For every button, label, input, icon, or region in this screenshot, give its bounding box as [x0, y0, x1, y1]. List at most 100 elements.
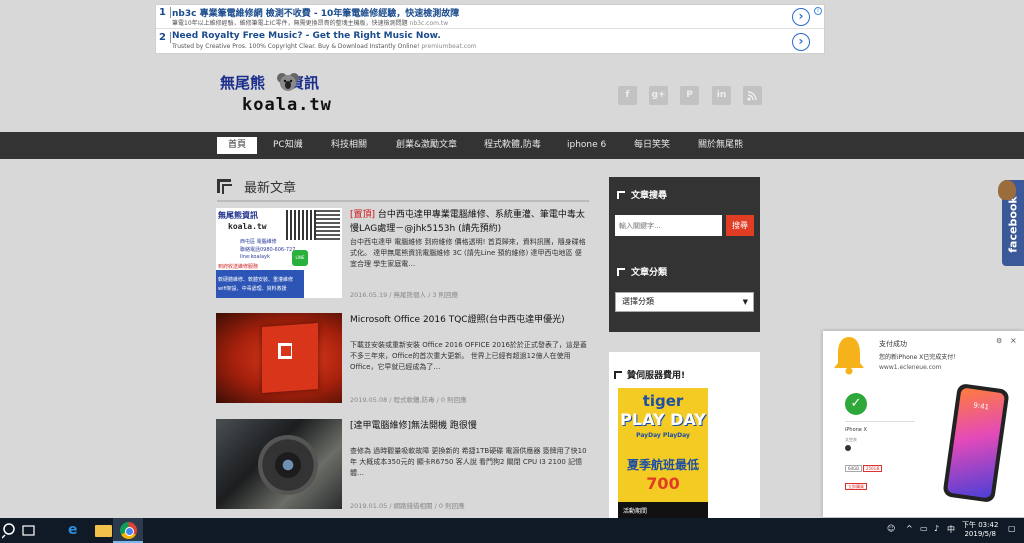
logo-text-bottom: koala.tw — [242, 95, 332, 115]
post-thumbnail[interactable]: 無尾熊資訊 koala.tw 西屯區 電腦維修 聯絡電話0980-606-727… — [216, 208, 342, 298]
color-swatch — [845, 445, 851, 451]
office-logo-icon — [278, 343, 292, 359]
buy-button: 立即購買 — [845, 483, 867, 490]
notification-title: 支付成功 — [879, 340, 907, 348]
nav-home[interactable]: 首頁 — [217, 137, 258, 154]
post-title[interactable]: [達甲電腦維修]無法開機 跑很慢 — [350, 419, 590, 433]
phone-time: 9:41 — [972, 401, 990, 412]
color-label: 太空灰 — [845, 437, 857, 442]
facebook-icon[interactable]: f — [618, 86, 637, 105]
post-title[interactable]: Microsoft Office 2016 TQC證照(台中西屯達甲優光) — [350, 313, 590, 327]
thumb-line: line:koalayk — [240, 254, 270, 260]
thumb-line: 聯絡電話0980-606-727 — [240, 247, 296, 253]
bear-sticker-icon — [998, 180, 1016, 200]
post-excerpt: 下載並安裝或重新安裝 Office 2016 OFFICE 2016於於正式發表… — [350, 341, 587, 371]
file-explorer-icon[interactable] — [95, 525, 112, 537]
payment-notification[interactable]: 支付成功 您的新iPhone X已完成支付！ www1.ecleneue.com… — [823, 331, 1024, 517]
corner-icon — [217, 179, 231, 193]
search-input[interactable] — [615, 215, 722, 236]
corner-icon — [614, 371, 622, 379]
corner-icon — [617, 268, 625, 276]
up-arrow-icon[interactable]: ^ — [906, 524, 913, 533]
post-thumbnail[interactable] — [216, 419, 342, 509]
ad-description: 筆電10年以上維修經驗，維修筆電上IC零件，無需更換昂貴的整塊主機板，快速檢測問… — [172, 20, 449, 27]
post-title[interactable]: [置頂] 台中西屯達甲專業電腦維修、系統重灌、筆電中毒太慢LAG處理－@jhk5… — [350, 208, 590, 236]
search-icon[interactable] — [2, 522, 19, 539]
site-logo[interactable]: 無尾熊 資訊 koala.tw — [220, 72, 345, 118]
post-excerpt: 台中西屯達甲 電腦維修 到府維修 價格透明! 首頁歸來，資料訊團，隨身碟格式化。… — [350, 238, 586, 268]
post-thumbnail[interactable] — [216, 313, 342, 403]
thumb-logo: 無尾熊資訊 — [218, 210, 258, 220]
section-title: 最新文章 — [244, 181, 297, 196]
post-meta: 2016.05.19 / 無尾熊個人 / 3 則回應 — [350, 291, 459, 299]
people-icon[interactable]: ☺ — [887, 524, 895, 533]
post-item: [達甲電腦維修]無法開機 跑很慢 查修為 過時觀量吸軟故障 更換新的 希捷1TB… — [216, 419, 596, 517]
pinterest-icon[interactable]: P — [680, 86, 699, 105]
storage-option: 256GB — [863, 465, 883, 472]
sponsor-widget-title: 贊伺服器費用! — [614, 368, 685, 381]
line-app-icon: LINE — [292, 250, 308, 266]
notification-message: 您的新iPhone X已完成支付！ — [879, 354, 960, 361]
google-plus-icon[interactable]: g+ — [649, 86, 668, 105]
category-select[interactable]: 選擇分類 ▼ — [615, 292, 754, 312]
divider — [845, 421, 915, 422]
ad-number: 2 — [159, 32, 171, 43]
thumb-line: 西屯區 電腦維修 — [240, 239, 277, 245]
ime-indicator[interactable]: 中 — [947, 524, 955, 535]
edge-icon[interactable]: e — [68, 522, 85, 539]
ad-title[interactable]: Need Royalty Free Music? - Get the Right… — [172, 31, 441, 41]
clock[interactable]: 下午 03:42 2019/5/8 — [962, 521, 998, 539]
qr-code-icon — [286, 210, 316, 240]
task-view-icon[interactable] — [20, 522, 37, 539]
linkedin-icon[interactable]: in — [712, 86, 731, 105]
tiger-price: 700 — [646, 474, 680, 493]
ad-arrow-icon[interactable]: › — [792, 8, 810, 26]
thumb-bottom-line: 軟硬體維修、軟體安裝、重灌維修 — [218, 277, 294, 283]
post-meta: 2019.05.08 / 程式軟體,防毒 / 0 則回應 — [350, 396, 467, 404]
thumb-blue-band: 軟硬體維修、軟體安裝、重灌維修 wifi架設、中毒處理、資料救援 — [216, 270, 304, 298]
ad-item[interactable]: 2 Need Royalty Free Music? - Get the Rig… — [156, 30, 824, 54]
ad-banner: 1 nb3c 專業筆電維修網 檢測不收費 - 10年筆電維修經驗，快速檢測故障 … — [155, 4, 825, 54]
product-name: iPhone X — [845, 427, 867, 433]
rss-icon[interactable] — [743, 86, 762, 105]
ad-description: Trusted by Creative Pros. 100% Copyright… — [172, 43, 477, 50]
thumb-bottom-line: wifi架設、中毒處理、資料救援 — [218, 286, 287, 292]
facebook-tab-label: facebook — [1006, 196, 1020, 253]
post-meta: 2019.01.05 / 網路錢借相關 / 0 則回應 — [350, 502, 465, 510]
koala-icon — [277, 73, 299, 91]
gear-icon[interactable]: ⚙ — [996, 337, 1002, 345]
thumb-red-line: 到府收送維修服務 — [218, 264, 259, 270]
tiger-sale: 夏季航班最低 — [626, 458, 699, 472]
nav-iphone[interactable]: iphone 6 — [567, 137, 606, 154]
category-widget-title: 文章分類 — [617, 265, 667, 278]
check-icon: ✓ — [845, 393, 867, 415]
tiger-ad[interactable]: tiger PLAY DAY PayDay PlayDay 夏季航班最低 700… — [618, 388, 708, 522]
qr-code-icon — [316, 210, 340, 240]
iphone-image: 9:41 — [942, 382, 1010, 504]
cpu-fan-image — [258, 435, 318, 495]
post-excerpt: 查修為 過時觀量吸軟故障 更換新的 希捷1TB硬碟 電源供應器 簽牌用了快10年… — [350, 447, 587, 477]
tiger-day: PayDay PlayDay — [636, 432, 690, 439]
bell-icon — [834, 337, 864, 375]
order-card: ✓ iPhone X 太空灰 64GB 256GB 立即購買 — [839, 389, 919, 499]
nav-software[interactable]: 程式軟體,防毒 — [484, 137, 541, 154]
network-icon[interactable]: ▭ — [920, 524, 928, 533]
ad-arrow-icon[interactable]: › — [792, 33, 810, 51]
post-item: Microsoft Office 2016 TQC證照(台中西屯達甲優光) 下載… — [216, 313, 596, 411]
storage-option: 64GB — [845, 465, 862, 472]
nav-startup[interactable]: 創業&激勵文章 — [396, 137, 457, 154]
ad-info-icon[interactable]: i — [814, 7, 822, 15]
nav-tech[interactable]: 科技相關 — [331, 137, 367, 154]
post-item: 無尾熊資訊 koala.tw 西屯區 電腦維修 聯絡電話0980-606-727… — [216, 208, 596, 306]
volume-icon[interactable]: ♪ — [934, 524, 939, 533]
logo-text-top: 無尾熊 資訊 — [220, 74, 320, 92]
ad-item[interactable]: 1 nb3c 專業筆電維修網 檢測不收費 - 10年筆電維修經驗，快速檢測故障 … — [156, 5, 824, 29]
search-button[interactable]: 搜尋 — [726, 215, 754, 236]
close-icon[interactable]: × — [1010, 336, 1017, 345]
nav-pc[interactable]: PC知識 — [273, 137, 303, 154]
chrome-icon[interactable] — [120, 522, 137, 539]
nav-about[interactable]: 關於無尾熊 — [698, 137, 743, 154]
nav-jokes[interactable]: 每日笑笑 — [634, 137, 670, 154]
search-widget-title: 文章搜尋 — [617, 188, 667, 201]
notification-center-icon[interactable]: ▢ — [1008, 524, 1016, 533]
